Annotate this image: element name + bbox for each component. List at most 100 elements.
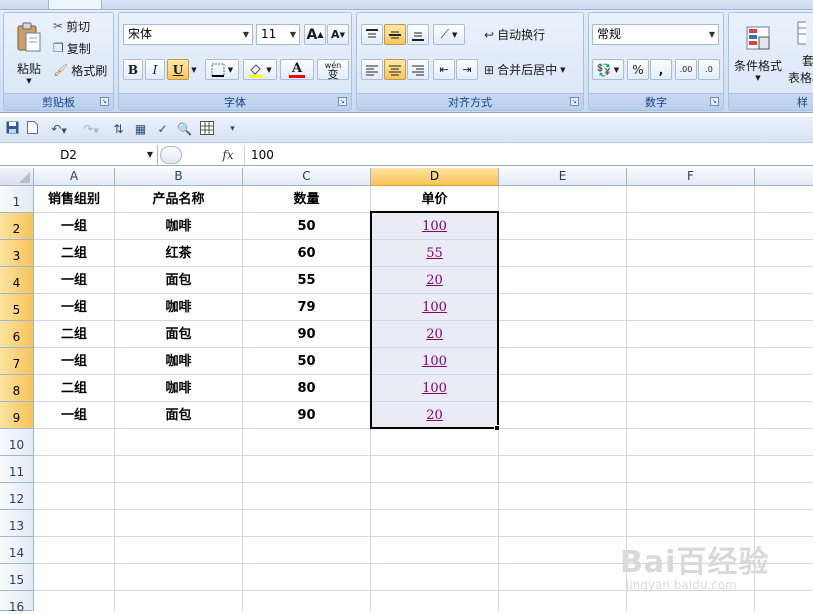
cell-c5[interactable]: 79 (243, 294, 370, 321)
align-top-button[interactable] (361, 24, 383, 45)
cell-c3[interactable]: 60 (243, 240, 370, 267)
align-left-button[interactable] (361, 59, 383, 80)
column-header-f[interactable]: F (627, 168, 755, 186)
spelling-icon[interactable]: ✓ (154, 121, 171, 138)
wrap-text-button[interactable]: ↩ 自动换行 (483, 24, 559, 45)
copy-button[interactable]: ❐ 复制 (52, 39, 110, 57)
number-launcher-icon[interactable]: ↘ (710, 97, 719, 106)
column-header-d[interactable]: D (371, 168, 499, 186)
fill-color-button[interactable]: ▼ (243, 59, 277, 80)
tab-home[interactable] (48, 0, 102, 10)
underline-dropdown-icon[interactable]: ▼ (189, 59, 199, 80)
cell-b5[interactable]: 咖啡 (115, 294, 242, 321)
align-middle-button[interactable] (384, 24, 406, 45)
cell-b2[interactable]: 咖啡 (115, 213, 242, 240)
row-header-14[interactable]: 14 (0, 537, 34, 564)
align-right-button[interactable] (407, 59, 429, 80)
row-header-1[interactable]: 1 (0, 186, 34, 213)
cell-b9[interactable]: 面包 (115, 402, 242, 429)
row-header-15[interactable]: 15 (0, 564, 34, 591)
cell-c8[interactable]: 80 (243, 375, 370, 402)
cell-c2[interactable]: 50 (243, 213, 370, 240)
cut-button[interactable]: ✂ 剪切 (52, 17, 110, 35)
accounting-format-button[interactable]: 💱 ▼ (592, 59, 624, 80)
zoom-preview-icon[interactable]: 🔍 (176, 121, 193, 138)
row-header-16[interactable]: 16 (0, 591, 34, 614)
number-format-combo[interactable]: 常规 ▼ (592, 24, 719, 45)
percent-button[interactable]: % (627, 59, 649, 80)
alignment-launcher-icon[interactable]: ↘ (570, 97, 579, 106)
merge-center-button[interactable]: ⊞ 合并后居中 ▼ (483, 59, 579, 80)
conditional-format-button[interactable]: 条件格式 ▼ (731, 17, 785, 89)
cell-c4[interactable]: 55 (243, 267, 370, 294)
column-header-b[interactable]: B (115, 168, 243, 186)
font-size-combo[interactable]: 11 ▼ (256, 24, 300, 45)
shrink-font-button[interactable]: A ▼ (327, 24, 349, 45)
row-header-7[interactable]: 7 (0, 348, 34, 375)
column-header-e[interactable]: E (499, 168, 627, 186)
row-header-11[interactable]: 11 (0, 456, 34, 483)
cell-a4[interactable]: 一组 (34, 267, 114, 294)
grow-font-button[interactable]: A ▲ (304, 24, 326, 45)
font-color-button[interactable]: A (280, 59, 314, 80)
cell-a9[interactable]: 一组 (34, 402, 114, 429)
orientation-button[interactable]: ⟋ ▼ (433, 24, 465, 45)
underline-button[interactable]: U (167, 59, 189, 80)
column-header-g[interactable] (755, 168, 813, 186)
decrease-indent-button[interactable]: ⇤ (433, 59, 455, 80)
decrease-decimal-button[interactable]: .0 (698, 59, 720, 80)
insert-function-button[interactable]: fx (218, 145, 238, 165)
bold-button[interactable]: B (123, 59, 143, 80)
italic-button[interactable]: I (145, 59, 165, 80)
cell-c9[interactable]: 90 (243, 402, 370, 429)
row-header-3[interactable]: 3 (0, 240, 34, 267)
sort-icon[interactable]: ⇅ (110, 121, 127, 138)
row-header-8[interactable]: 8 (0, 375, 34, 402)
cell-a7[interactable]: 一组 (34, 348, 114, 375)
cell-a1[interactable]: 销售组别 (34, 186, 114, 213)
column-header-c[interactable]: C (243, 168, 371, 186)
name-box-dropdown-icon[interactable]: ▼ (144, 145, 156, 165)
row-header-6[interactable]: 6 (0, 321, 34, 348)
cell-a8[interactable]: 二组 (34, 375, 114, 402)
customize-toolbar-icon[interactable]: ▾ (224, 121, 241, 138)
paste-button[interactable]: 粘贴 ▼ (10, 17, 48, 89)
fill-handle[interactable] (494, 425, 500, 431)
cell-b7[interactable]: 咖啡 (115, 348, 242, 375)
phonetic-button[interactable]: wén 变 (317, 59, 349, 80)
cell-c6[interactable]: 90 (243, 321, 370, 348)
formula-bar-splitter[interactable] (160, 146, 182, 164)
font-launcher-icon[interactable]: ↘ (338, 97, 347, 106)
undo-icon[interactable]: ↶▼ (46, 121, 72, 138)
cell-c1[interactable]: 数量 (243, 186, 370, 213)
cell-b3[interactable]: 红茶 (115, 240, 242, 267)
increase-decimal-button[interactable]: .00 (675, 59, 697, 80)
font-name-combo[interactable]: 宋体 ▼ (123, 24, 253, 45)
cell-b1[interactable]: 产品名称 (115, 186, 242, 213)
name-box[interactable]: D2 (0, 145, 158, 165)
cell-b8[interactable]: 咖啡 (115, 375, 242, 402)
row-header-10[interactable]: 10 (0, 429, 34, 456)
format-as-table-button[interactable]: 套 表格格 (787, 17, 813, 89)
cell-b4[interactable]: 面包 (115, 267, 242, 294)
format-painter-button[interactable]: 🖌 格式刷 (52, 61, 112, 79)
cell-b6[interactable]: 面包 (115, 321, 242, 348)
comma-button[interactable]: , (650, 59, 672, 80)
row-header-5[interactable]: 5 (0, 294, 34, 321)
borders-button[interactable]: ▼ (205, 59, 239, 80)
cell-d1[interactable]: 单价 (371, 186, 498, 213)
cell-c7[interactable]: 50 (243, 348, 370, 375)
row-header-4[interactable]: 4 (0, 267, 34, 294)
increase-indent-button[interactable]: ⇥ (456, 59, 478, 80)
align-center-button[interactable] (384, 59, 406, 80)
align-bottom-button[interactable] (407, 24, 429, 45)
paste-dropdown-icon[interactable]: ▼ (26, 77, 31, 85)
save-icon[interactable] (4, 121, 21, 138)
cell-a3[interactable]: 二组 (34, 240, 114, 267)
row-header-9[interactable]: 9 (0, 402, 34, 429)
clipboard-launcher-icon[interactable]: ↘ (100, 97, 109, 106)
cell-a6[interactable]: 二组 (34, 321, 114, 348)
cell-a2[interactable]: 一组 (34, 213, 114, 240)
cell-a5[interactable]: 一组 (34, 294, 114, 321)
new-document-icon[interactable] (24, 121, 41, 138)
